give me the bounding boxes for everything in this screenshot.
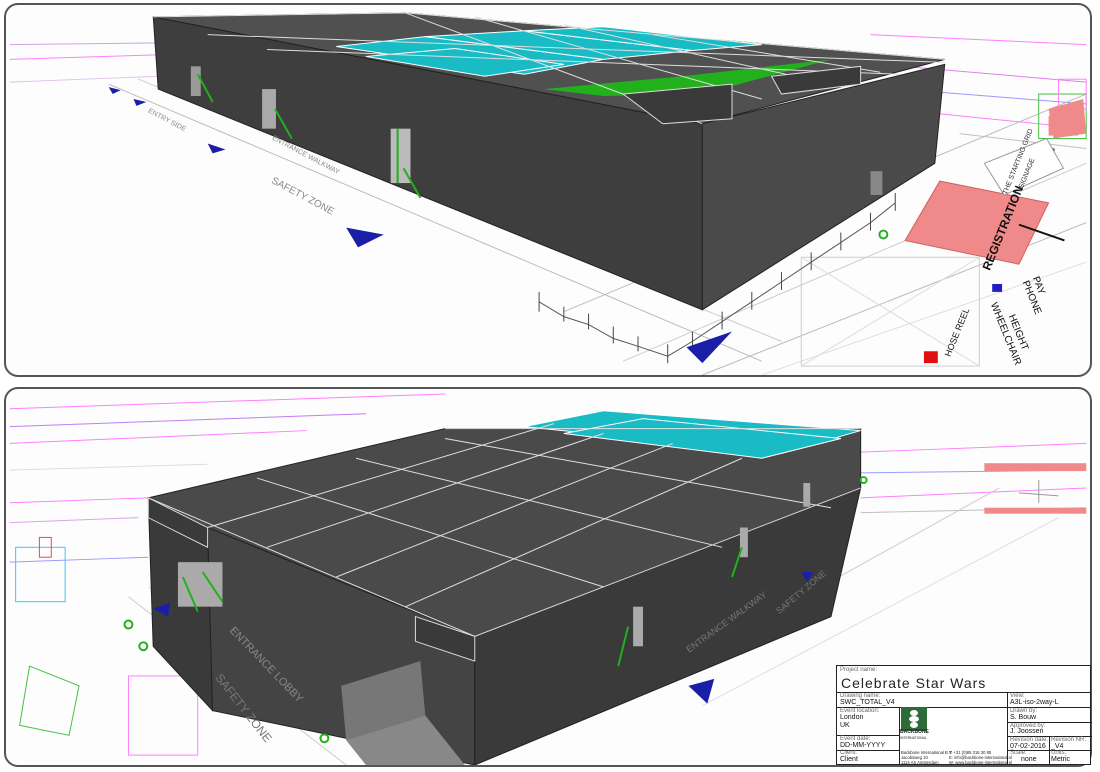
units-value: Metric [1051, 756, 1071, 763]
project-name: Celebrate Star Wars [841, 675, 987, 691]
revision-date-value: 07-02-2016 [1010, 743, 1046, 750]
company-city: 1114 AS Amsterdam [901, 760, 939, 765]
registration-area [904, 180, 1050, 265]
project-name-label: Project name: [840, 667, 878, 673]
hose-reel-marker [923, 351, 938, 364]
scale-value: none [1021, 756, 1037, 763]
wheelchair-marker [992, 283, 1003, 292]
logo-subtext: INTERNATIONAL [900, 736, 927, 740]
revision-nr-value: _V4 [1051, 743, 1064, 750]
drawing-name: SWC_TOTAL_V4 [840, 699, 895, 706]
view-value: A3L-iso-2way-L [1010, 699, 1059, 706]
top-isometric-scene [9, 12, 1087, 375]
drawn-by-value: S. Bouw [1010, 714, 1037, 721]
logo-text: BACKBONE [900, 729, 929, 735]
top-view-panel: REGISTRATION WHEELCHAIR HEIGHT PAY PHONE… [4, 3, 1092, 377]
drawing-title-block: Project name: Celebrate Star Wars Drawin… [836, 665, 1092, 765]
event-location-city: London [840, 714, 864, 721]
approved-by-value: J. Joossen [1010, 728, 1044, 735]
company-web: W: www.backbone-international.nl [949, 760, 1013, 765]
event-location-country: UK [840, 722, 850, 729]
client-value: Client [840, 756, 858, 763]
event-date-value: DD-MM-YYYY [840, 742, 886, 749]
